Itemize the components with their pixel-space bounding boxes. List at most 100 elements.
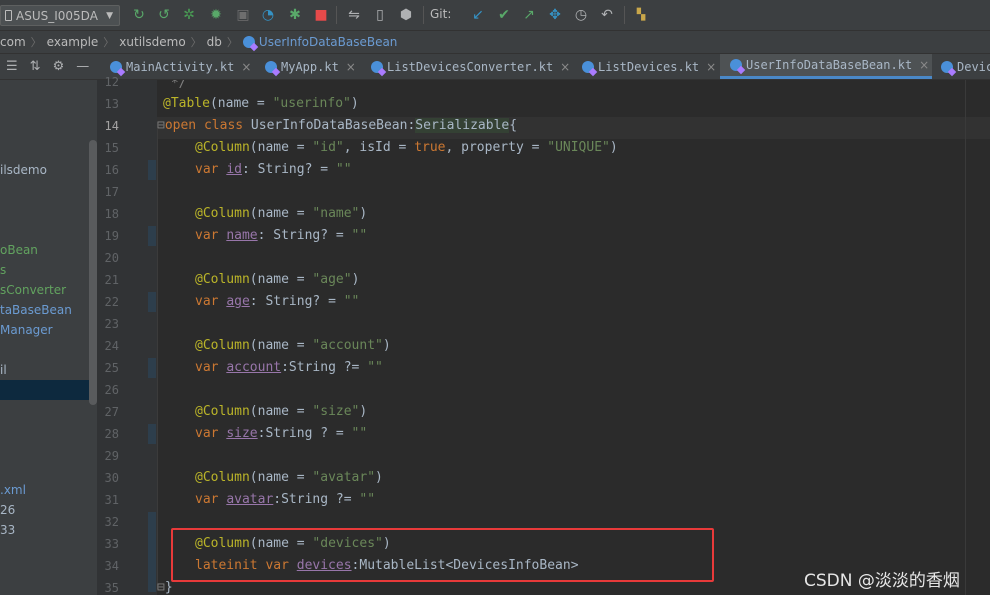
rollback-icon[interactable]: ↶ — [599, 7, 615, 23]
code-line-19: var name: String? = "" — [195, 228, 368, 243]
line-number: 16 — [104, 163, 119, 177]
tab-mainactivity[interactable]: MainActivity.kt × — [110, 54, 251, 79]
line-number: 18 — [104, 207, 119, 221]
close-icon[interactable]: × — [919, 58, 929, 72]
code-editor[interactable]: */ @Table(name = "userinfo") ⊟open class… — [157, 80, 990, 595]
code-line-30: @Column(name = "avatar") — [195, 470, 383, 485]
line-number: 35 — [104, 581, 119, 595]
collapse-all-icon[interactable]: ☰ — [6, 59, 18, 74]
attach-process-icon[interactable]: ✱ — [287, 7, 303, 23]
project-tree: ilsdemo oBean s sConverter taBaseBean Ma… — [0, 80, 97, 595]
line-number: 25 — [104, 361, 119, 375]
tab-label: ListDevices.kt — [598, 59, 700, 74]
breadcrumb: com 〉 example 〉 xutilsdemo 〉 db 〉 UserIn… — [0, 31, 990, 54]
close-icon[interactable]: × — [241, 60, 251, 74]
code-line-31: var avatar:String ?= "" — [195, 492, 376, 507]
breadcrumb-item-xutilsdemo[interactable]: xutilsdemo — [119, 35, 185, 49]
line-number: 30 — [104, 471, 119, 485]
tab-listdevices[interactable]: ListDevices.kt × — [582, 54, 716, 79]
tree-item[interactable]: .xml — [0, 480, 26, 500]
line-number: 13 — [104, 97, 119, 111]
toolbar-separator — [624, 6, 625, 24]
toolbar-separator — [336, 6, 337, 24]
gear-icon[interactable]: ⚙ — [53, 59, 65, 74]
line-number: 31 — [104, 493, 119, 507]
tree-item[interactable]: 33 — [0, 520, 15, 540]
tab-label: MyApp.kt — [281, 59, 339, 74]
device-name: ASUS_I005DA — [16, 8, 98, 23]
tab-devices[interactable]: Devic — [941, 54, 990, 79]
line-number: 21 — [104, 273, 119, 287]
tree-item[interactable]: 26 — [0, 500, 15, 520]
device-selector[interactable]: ASUS_I005DA ▼ — [0, 5, 120, 26]
git-commit-icon[interactable]: ✔ — [496, 7, 512, 23]
change-marker — [148, 226, 156, 246]
tree-item-selected[interactable] — [0, 380, 89, 400]
line-number: 15 — [104, 141, 119, 155]
line-number: 20 — [104, 251, 119, 265]
close-icon[interactable]: × — [560, 60, 570, 74]
git-push-icon[interactable]: ↗ — [521, 7, 537, 23]
apply-changes-icon[interactable]: ↻ — [131, 7, 147, 23]
device-phone-icon — [5, 10, 12, 21]
history-icon[interactable]: ◷ — [573, 7, 589, 23]
kotlin-file-icon — [582, 60, 594, 73]
apply-code-changes-icon[interactable]: ↺ — [156, 7, 172, 23]
line-number: 32 — [104, 515, 119, 529]
profile-icon[interactable]: ◔ — [260, 7, 276, 23]
sidebar-scrollbar[interactable] — [89, 140, 97, 405]
tree-item[interactable]: s — [0, 260, 6, 280]
tab-myapp[interactable]: MyApp.kt × — [265, 54, 356, 79]
breadcrumb-item-db[interactable]: db — [207, 35, 222, 49]
tree-item[interactable]: ilsdemo — [0, 160, 47, 180]
change-marker — [148, 292, 156, 312]
code-line-18: @Column(name = "name") — [195, 206, 368, 221]
line-number: 34 — [104, 559, 119, 573]
line-number: 19 — [104, 229, 119, 243]
code-line-14: ⊟open class UserInfoDataBaseBean:Seriali… — [157, 118, 518, 133]
git-compare-icon[interactable]: ✥ — [547, 7, 563, 23]
code-line-25: var account:String ?= "" — [195, 360, 383, 375]
watermark: CSDN @淡淡的香烟 — [804, 571, 960, 591]
kotlin-file-icon — [265, 60, 277, 73]
tree-item[interactable]: oBean — [0, 240, 38, 260]
gradle-sync-icon[interactable]: ⇋ — [346, 7, 362, 23]
highlight-annotation-box — [171, 528, 714, 582]
hide-icon[interactable]: — — [76, 59, 89, 74]
line-number: 33 — [104, 537, 119, 551]
tab-userinfodatabasebean[interactable]: UserInfoDataBaseBean.kt × — [720, 54, 932, 79]
tree-item[interactable]: sConverter — [0, 280, 66, 300]
code-line-22: var age: String? = "" — [195, 294, 360, 309]
code-line-16: var id: String? = "" — [195, 162, 352, 177]
tab-label: ListDevicesConverter.kt — [387, 59, 554, 74]
tree-item[interactable]: Manager — [0, 320, 53, 340]
stop-icon[interactable]: ■ — [313, 7, 329, 23]
line-number: 26 — [104, 383, 119, 397]
sdk-manager-icon[interactable]: ⬢ — [398, 7, 414, 23]
debug-icon[interactable]: ✲ — [181, 7, 197, 23]
git-update-icon[interactable]: ↙ — [470, 7, 486, 23]
change-marker — [148, 160, 156, 180]
tab-listdevicesconverter[interactable]: ListDevicesConverter.kt × — [371, 54, 570, 79]
breadcrumb-item-example[interactable]: example — [47, 35, 99, 49]
toolbar-separator — [423, 6, 424, 24]
chevron-down-icon: ▼ — [106, 10, 113, 21]
line-number: 23 — [104, 317, 119, 331]
line-number: 17 — [104, 185, 119, 199]
tab-label: Devic — [957, 59, 990, 74]
tab-label: UserInfoDataBaseBean.kt — [746, 58, 913, 72]
layout-inspector-icon[interactable]: ▚ — [633, 7, 649, 23]
code-line-24: @Column(name = "account") — [195, 338, 391, 353]
tree-item[interactable]: il — [0, 360, 7, 380]
sort-icon[interactable]: ⇅ — [30, 59, 41, 74]
breadcrumb-item-com[interactable]: com — [0, 35, 26, 49]
code-line-13: @Table(name = "userinfo") — [163, 96, 359, 111]
tree-item[interactable]: taBaseBean — [0, 300, 72, 320]
breadcrumb-item-file[interactable]: UserInfoDataBaseBean — [259, 35, 398, 49]
device-manager-icon[interactable]: ▯ — [372, 7, 388, 23]
close-icon[interactable]: × — [706, 60, 716, 74]
code-line-27: @Column(name = "size") — [195, 404, 368, 419]
debug-app-icon[interactable]: ✹ — [208, 7, 224, 23]
close-icon[interactable]: × — [346, 60, 356, 74]
attach-debugger-icon[interactable]: ▣ — [235, 7, 251, 23]
